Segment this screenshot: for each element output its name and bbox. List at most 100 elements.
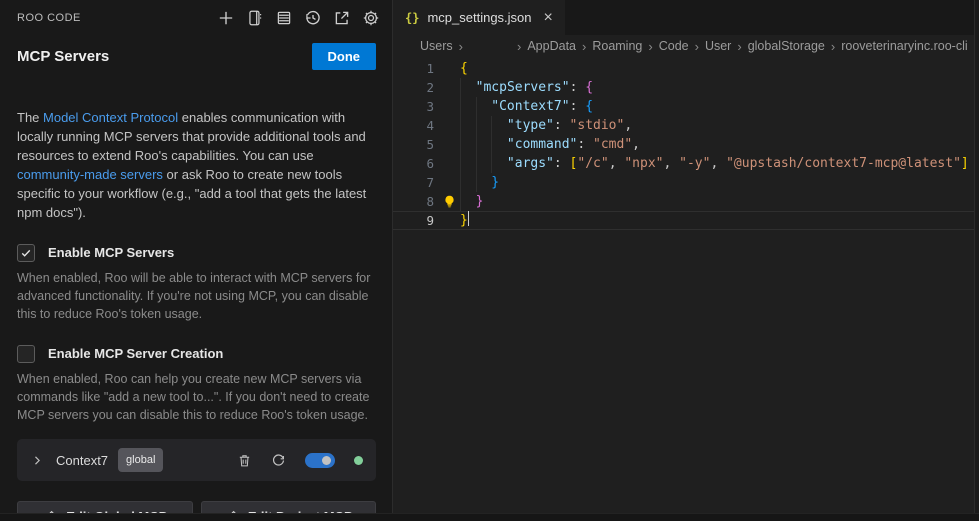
code-token: "-y" [679, 156, 710, 171]
gear-icon[interactable] [362, 9, 380, 27]
code-token: "mcpServers" [476, 80, 570, 95]
code-token: , [632, 137, 640, 152]
line-content: "Context7": { [434, 97, 979, 116]
line-number: 9 [393, 211, 434, 230]
trash-icon[interactable] [237, 453, 252, 468]
code-token: , [624, 118, 632, 133]
done-button[interactable]: Done [312, 43, 377, 70]
breadcrumb-item[interactable]: Roaming [592, 39, 642, 53]
indent-guide [460, 116, 476, 135]
code-token: : [577, 137, 593, 152]
line-number: 4 [393, 116, 434, 135]
app-window: ROO CODE [0, 0, 979, 521]
enable-creation-row: Enable MCP Server Creation [17, 344, 376, 363]
enable-creation-label: Enable MCP Server Creation [48, 344, 223, 363]
code-token: , [710, 156, 726, 171]
breadcrumb-separator-icon: › [695, 39, 699, 54]
code-token: : [554, 156, 570, 171]
line-number: 6 [393, 154, 434, 173]
breadcrumb: Users››AppData›Roaming›Code›User›globalS… [393, 35, 979, 57]
enable-mcp-label: Enable MCP Servers [48, 243, 174, 262]
breadcrumb-item[interactable]: Code [659, 39, 689, 53]
breadcrumb-item[interactable]: AppData [527, 39, 576, 53]
code-line[interactable]: 5"command": "cmd", [393, 135, 979, 154]
server-name[interactable]: Context7 [56, 451, 108, 470]
indent-guide [476, 116, 492, 135]
code-line[interactable]: 3"Context7": { [393, 97, 979, 116]
code-line[interactable]: 7} [393, 173, 979, 192]
model-context-protocol-link[interactable]: Model Context Protocol [43, 110, 178, 125]
code-token: "stdio" [570, 118, 625, 133]
code-line[interactable]: 2"mcpServers": { [393, 78, 979, 97]
breadcrumb-separator-icon: › [459, 39, 463, 54]
indent-guide [460, 192, 476, 211]
line-content: "args": ["/c", "npx", "-y", "@upstash/co… [434, 154, 979, 173]
breadcrumb-separator-icon: › [737, 39, 741, 54]
code-token: ] [961, 156, 969, 171]
enable-mcp-checkbox[interactable] [17, 244, 35, 262]
code-token: : [570, 80, 586, 95]
history-icon[interactable] [304, 9, 322, 27]
line-number: 1 [393, 59, 434, 78]
enable-mcp-description: When enabled, Roo will be able to intera… [17, 269, 376, 323]
code-token: "npx" [624, 156, 663, 171]
indent-guide [460, 173, 476, 192]
line-content: } [434, 173, 979, 192]
indent-guide [460, 97, 476, 116]
breadcrumb-item[interactable]: rooveterinaryinc.roo-cli [841, 39, 967, 53]
code-token: : [570, 99, 586, 114]
breadcrumb-item[interactable]: globalStorage [748, 39, 825, 53]
notebook-icon[interactable] [246, 9, 264, 27]
close-icon[interactable]: × [544, 10, 553, 26]
community-made-servers-link[interactable]: community-made servers [17, 167, 163, 182]
code-token: { [585, 80, 593, 95]
breadcrumb-item[interactable]: Users [420, 39, 453, 53]
plus-icon[interactable] [217, 9, 235, 27]
server-scope-badge: global [118, 448, 163, 472]
indent-guide [491, 135, 507, 154]
code-token: "args" [507, 156, 554, 171]
code-line[interactable]: 8} [393, 192, 979, 211]
line-content: } [434, 192, 979, 211]
panel-body: The Model Context Protocol enables commu… [0, 83, 392, 521]
editor-scrollbar[interactable] [974, 0, 979, 521]
restart-icon[interactable] [271, 453, 286, 468]
indent-guide [460, 135, 476, 154]
line-content: "type": "stdio", [434, 116, 979, 135]
open-external-icon[interactable] [333, 9, 351, 27]
page-header: MCP Servers Done [0, 27, 392, 70]
mcp-server-row: Context7 global [17, 439, 376, 481]
code-line[interactable]: 6"args": ["/c", "npx", "-y", "@upstash/c… [393, 154, 979, 173]
enable-creation-checkbox[interactable] [17, 345, 35, 363]
code-line[interactable]: 4"type": "stdio", [393, 116, 979, 135]
server-stack-icon[interactable] [275, 9, 293, 27]
tab-mcp-settings[interactable]: {} mcp_settings.json × [393, 0, 565, 35]
code-line[interactable]: 1{ [393, 59, 979, 78]
line-content: "command": "cmd", [434, 135, 979, 154]
code-token: : [554, 118, 570, 133]
page-title: MCP Servers [17, 48, 109, 65]
editor-pane: {} mcp_settings.json × Users › › AppData › Ro… [392, 0, 979, 521]
lightbulb-icon[interactable] [443, 195, 456, 208]
window-bottom-edge [0, 513, 979, 521]
code-token: "command" [507, 137, 577, 152]
editor-tabbar: {} mcp_settings.json × [393, 0, 979, 35]
line-number: 3 [393, 97, 434, 116]
code-token: } [476, 194, 484, 209]
breadcrumb-item[interactable]: User [705, 39, 731, 53]
server-enabled-toggle[interactable] [305, 453, 335, 468]
indent-guide [476, 97, 492, 116]
code-lines[interactable]: 1{2"mcpServers": {3"Context7": {4"type":… [393, 59, 979, 521]
indent-guide [460, 78, 476, 97]
roo-code-panel: ROO CODE [0, 0, 392, 521]
code-token: "type" [507, 118, 554, 133]
code-token: { [585, 99, 593, 114]
tab-filename: mcp_settings.json [427, 10, 531, 25]
code-line[interactable]: 9} [393, 211, 979, 230]
indent-guide [491, 116, 507, 135]
code-token: "Context7" [491, 99, 569, 114]
line-content: } [434, 211, 979, 230]
breadcrumb-separator-icon: › [831, 39, 835, 54]
chevron-right-icon[interactable] [31, 454, 44, 467]
json-braces-icon: {} [405, 11, 419, 25]
